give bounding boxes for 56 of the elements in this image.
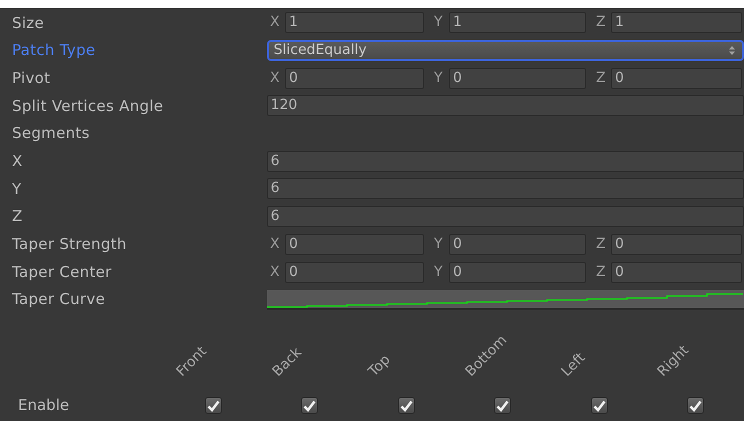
checkbox[interactable] [301,397,318,414]
number-field[interactable]: 6 [266,150,744,172]
number-field[interactable]: 0 [611,68,742,89]
number-field[interactable]: 6 [266,206,744,228]
checkmark-icon [496,400,510,412]
checkmark-icon [689,400,702,412]
checkbox[interactable] [687,397,704,414]
number-field[interactable]: 0 [285,262,424,283]
axis-label: X [269,68,281,88]
property-label: Taper Curve [11,289,106,310]
checkbox[interactable] [398,397,415,414]
property-label: Pivot [11,68,52,89]
number-field[interactable]: 0 [611,262,742,283]
number-field[interactable]: 0 [449,68,586,89]
number-field[interactable]: 1 [449,12,586,34]
axis-label: Z [595,234,607,254]
number-field[interactable]: 1 [285,12,424,34]
checkbox[interactable] [494,397,512,414]
axis-label: X [269,13,281,32]
axis-label: Z [595,13,607,32]
enable-label: Enable [17,395,70,416]
property-label: Size [11,12,45,34]
property-label: Y [11,178,22,200]
number-field[interactable]: 6 [266,178,744,200]
property-label: X [11,151,24,172]
axis-label: Z [595,262,607,282]
number-field[interactable]: 0 [611,234,742,255]
number-field[interactable]: 0 [449,262,586,283]
face-label: Left [557,348,590,382]
property-label: Segments [11,123,91,144]
dropdown[interactable]: SlicedEqually [266,40,744,62]
checkmark-icon [303,400,316,412]
checkbox[interactable] [590,397,608,414]
axis-label: X [269,234,281,254]
property-label: Patch Type [11,40,96,62]
number-field[interactable]: 120 [266,95,744,116]
number-field[interactable]: 0 [285,68,424,89]
number-field[interactable]: 0 [285,234,424,255]
axis-label: Y [433,68,444,88]
number-field[interactable]: 0 [449,234,586,255]
axis-label: Y [433,13,444,32]
number-field[interactable]: 1 [611,12,742,34]
axis-label: Z [595,68,607,88]
checkbox[interactable] [204,397,222,414]
checkmark-icon [592,400,606,412]
axis-label: X [269,262,281,282]
property-label: Split Vertices Angle [11,96,164,117]
property-label: Z [11,206,24,228]
face-label: Top [364,350,395,382]
property-label: Taper Center [11,262,113,283]
property-label: Taper Strength [11,234,128,256]
axis-label: Y [433,262,444,282]
axis-label: Y [433,234,444,254]
up-down-arrows-icon [729,46,735,56]
checkmark-icon [206,400,220,412]
checkmark-icon [400,400,413,412]
